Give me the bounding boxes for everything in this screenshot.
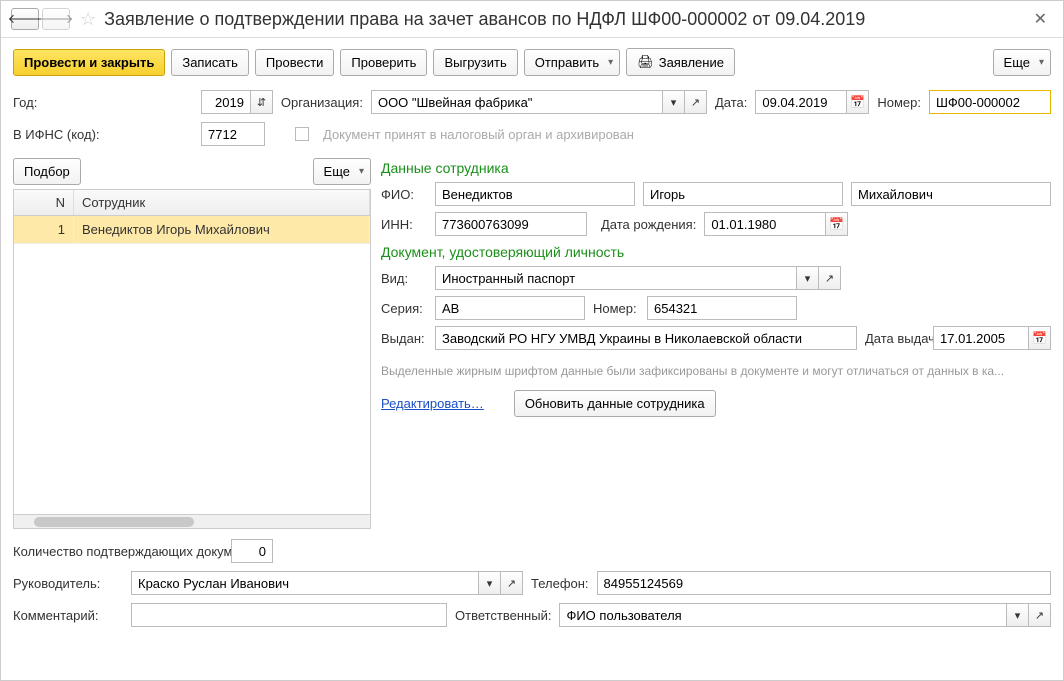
printer-icon [637,54,654,70]
date-label: Дата: [715,95,747,110]
date-calendar-button[interactable] [847,90,869,114]
issue-date-calendar-button[interactable] [1029,326,1051,350]
series-label: Серия: [381,301,427,316]
post-button[interactable]: Провести [255,49,335,76]
edit-link[interactable]: Редактировать… [381,396,484,411]
issue-date-input[interactable] [933,326,1029,350]
date-input[interactable] [755,90,847,114]
ifns-input[interactable] [201,122,265,146]
manager-input[interactable] [131,571,479,595]
year-stepper[interactable]: ⇵ [251,90,273,114]
org-label: Организация: [281,95,363,110]
phone-input[interactable] [597,571,1051,595]
grid-horizontal-scrollbar[interactable] [14,514,370,528]
phone-label: Телефон: [531,576,589,591]
window-title: Заявление о подтверждении права на зачет… [104,9,1027,30]
dockind-dropdown[interactable]: ▾ [797,266,819,290]
archived-label: Документ принят в налоговый орган и архи… [323,127,634,142]
doc-count-input[interactable] [231,539,273,563]
docnum-input[interactable] [647,296,797,320]
number-label: Номер: [877,95,921,110]
ifns-label: В ИФНС (код): [13,127,193,142]
org-dropdown[interactable]: ▾ [663,90,685,114]
row-number: 1 [14,216,74,243]
org-input[interactable] [371,90,663,114]
issued-input[interactable] [435,326,857,350]
year-label: Год: [13,95,193,110]
issue-date-label: Дата выдачи: [865,331,925,346]
nav-back-button[interactable]: 🡐 [11,8,39,30]
responsible-dropdown[interactable]: ▾ [1007,603,1029,627]
doc-count-label: Количество подтверждающих документов: [13,544,223,559]
org-open-button[interactable] [685,90,707,114]
refresh-employee-button[interactable]: Обновить данные сотрудника [514,390,716,417]
archived-checkbox [295,127,309,141]
check-button[interactable]: Проверить [340,49,427,76]
series-input[interactable] [435,296,585,320]
comment-label: Комментарий: [13,608,123,623]
application-print-label: Заявление [659,55,724,70]
inn-input[interactable] [435,212,587,236]
pick-button[interactable]: Подбор [13,158,81,185]
table-row[interactable]: 1 Венедиктов Игорь Михайлович [14,216,370,244]
responsible-input[interactable] [559,603,1007,627]
fixed-data-hint: Выделенные жирным шрифтом данные были за… [381,364,1051,378]
responsible-label: Ответственный: [455,608,551,623]
middlename-input[interactable] [851,182,1051,206]
inn-label: ИНН: [381,217,427,232]
employee-section-title: Данные сотрудника [381,160,1051,176]
application-print-button[interactable]: Заявление [626,48,735,76]
identity-doc-section-title: Документ, удостоверяющий личность [381,244,1051,260]
favorite-star-icon[interactable]: ☆ [80,9,96,30]
close-button[interactable]: ✕ [1028,7,1053,31]
lastname-input[interactable] [435,182,635,206]
dob-calendar-button[interactable] [826,212,848,236]
manager-open-button[interactable] [501,571,523,595]
year-input[interactable] [201,90,251,114]
issued-label: Выдан: [381,331,427,346]
send-button[interactable]: Отправить [524,49,620,76]
grid-more-button[interactable]: Еще [313,158,371,185]
fio-label: ФИО: [381,187,427,202]
dob-label: Дата рождения: [601,217,696,232]
grid-header-n[interactable]: N [14,190,74,215]
docnum-label: Номер: [593,301,639,316]
employees-grid[interactable]: N Сотрудник 1 Венедиктов Игорь Михайлови… [13,189,371,529]
grid-header-employee[interactable]: Сотрудник [74,190,370,215]
post-and-close-button[interactable]: Провести и закрыть [13,49,165,76]
manager-label: Руководитель: [13,576,123,591]
export-button[interactable]: Выгрузить [433,49,517,76]
nav-forward-button[interactable]: 🡒 [42,8,70,30]
dockind-label: Вид: [381,271,427,286]
number-input[interactable] [929,90,1051,114]
manager-dropdown[interactable]: ▾ [479,571,501,595]
dockind-input[interactable] [435,266,797,290]
responsible-open-button[interactable] [1029,603,1051,627]
firstname-input[interactable] [643,182,843,206]
row-employee: Венедиктов Игорь Михайлович [74,216,370,243]
comment-input[interactable] [131,603,447,627]
save-button[interactable]: Записать [171,49,249,76]
toolbar-more-button[interactable]: Еще [993,49,1051,76]
dob-input[interactable] [704,212,826,236]
dockind-open-button[interactable] [819,266,841,290]
